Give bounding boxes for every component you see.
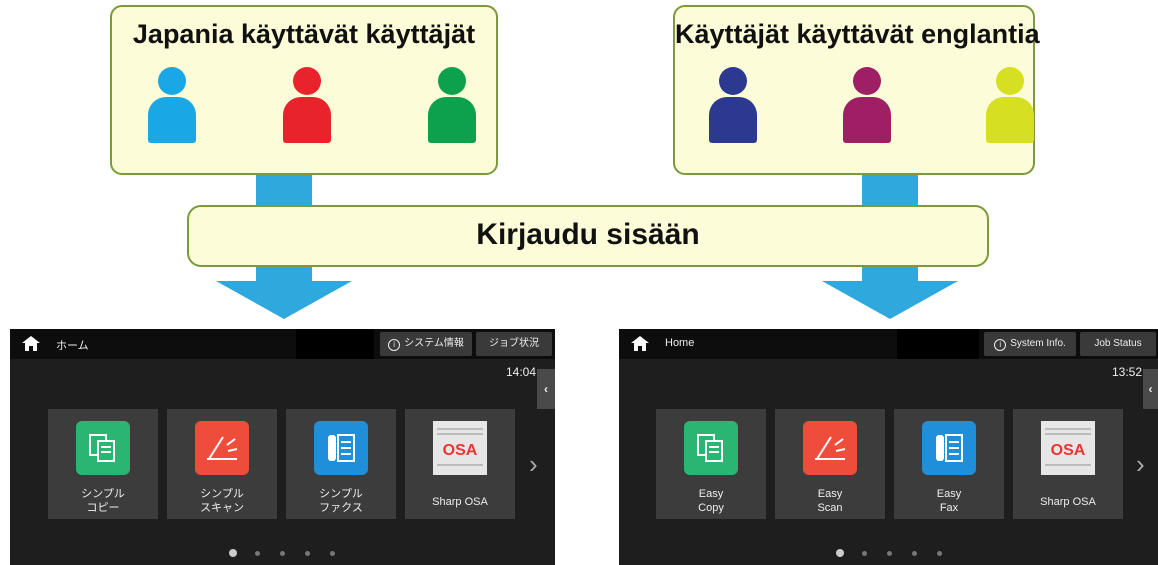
login-bar: Kirjaudu sisään xyxy=(187,205,989,267)
page-dot[interactable] xyxy=(280,551,285,556)
home-label: ホーム xyxy=(56,340,89,352)
chevron-right-icon[interactable]: › xyxy=(529,449,538,480)
tile-sharp-osa[interactable]: OSA Sharp OSA xyxy=(405,409,515,519)
japanese-users-box: Japania käyttävät käyttäjät xyxy=(110,5,498,175)
tile-easy-fax[interactable]: Easy Fax xyxy=(894,409,1004,519)
page-dot[interactable] xyxy=(912,551,917,556)
down-arrow-left xyxy=(216,281,352,319)
chevron-left-icon[interactable]: ‹ xyxy=(1143,369,1158,409)
top-bar xyxy=(619,329,1158,359)
svg-text:OSA: OSA xyxy=(1051,442,1086,459)
tile-easy-scan[interactable]: シンプル スキャン xyxy=(167,409,277,519)
system-info-button[interactable]: i システム情報 xyxy=(380,332,472,356)
home-icon[interactable] xyxy=(631,336,649,352)
page-dot[interactable] xyxy=(255,551,260,556)
chevron-left-icon[interactable]: ‹ xyxy=(537,369,555,409)
page-dot[interactable] xyxy=(836,549,844,557)
info-icon: i xyxy=(388,339,401,351)
user-icon xyxy=(709,67,757,145)
page-dot[interactable] xyxy=(937,551,942,556)
sharp-osa-icon: OSA xyxy=(1041,421,1095,475)
screen-english: Home i System Info. Job Status 13:52 ‹ Ea… xyxy=(619,329,1158,565)
connector-left-lower xyxy=(256,267,312,281)
connector-right xyxy=(862,175,918,205)
chevron-right-icon[interactable]: › xyxy=(1136,449,1145,480)
clock: 14:04 xyxy=(506,365,537,379)
user-icon xyxy=(283,67,331,145)
job-status-button[interactable]: ジョブ状況 xyxy=(476,332,552,356)
user-icon xyxy=(428,67,476,145)
home-label: Home xyxy=(665,337,695,349)
home-icon[interactable] xyxy=(22,336,40,352)
user-icon xyxy=(148,67,196,145)
fax-icon xyxy=(314,421,368,475)
user-icon xyxy=(986,67,1034,145)
page-dot[interactable] xyxy=(330,551,335,556)
english-users-box: Käyttäjät käyttävät englantia xyxy=(673,5,1040,175)
copy-icon xyxy=(684,421,738,475)
user-icon xyxy=(843,67,891,145)
copy-icon xyxy=(76,421,130,475)
tile-easy-scan[interactable]: Easy Scan xyxy=(775,409,885,519)
tile-easy-copy[interactable]: シンプル コピー xyxy=(48,409,158,519)
tile-easy-fax[interactable]: シンプル ファクス xyxy=(286,409,396,519)
sharp-osa-icon: OSA xyxy=(433,421,487,475)
clock: 13:52 xyxy=(1112,365,1143,379)
page-dot[interactable] xyxy=(862,551,867,556)
page-dot[interactable] xyxy=(887,551,892,556)
screen-japanese: ホーム i システム情報 ジョブ状況 14:04 ‹ シンプル コピー シンプル スキ… xyxy=(10,329,555,565)
top-bar xyxy=(10,329,555,359)
japanese-users-title: Japania käyttävät käyttäjät xyxy=(132,19,476,49)
page-dot[interactable] xyxy=(305,551,310,556)
tile-sharp-osa[interactable]: OSA Sharp OSA xyxy=(1013,409,1123,519)
system-info-button[interactable]: i System Info. xyxy=(984,332,1076,356)
scan-icon xyxy=(803,421,857,475)
connector-right-lower xyxy=(862,267,918,281)
english-users-title: Käyttäjät käyttävät englantia xyxy=(675,19,1040,49)
tile-easy-copy[interactable]: Easy Copy xyxy=(656,409,766,519)
info-icon: i xyxy=(994,339,1007,351)
scan-icon xyxy=(195,421,249,475)
down-arrow-right xyxy=(822,281,958,319)
fax-icon xyxy=(922,421,976,475)
page-dot[interactable] xyxy=(229,549,237,557)
job-status-button[interactable]: Job Status xyxy=(1080,332,1156,356)
svg-text:OSA: OSA xyxy=(443,442,478,459)
connector-left xyxy=(256,175,312,205)
